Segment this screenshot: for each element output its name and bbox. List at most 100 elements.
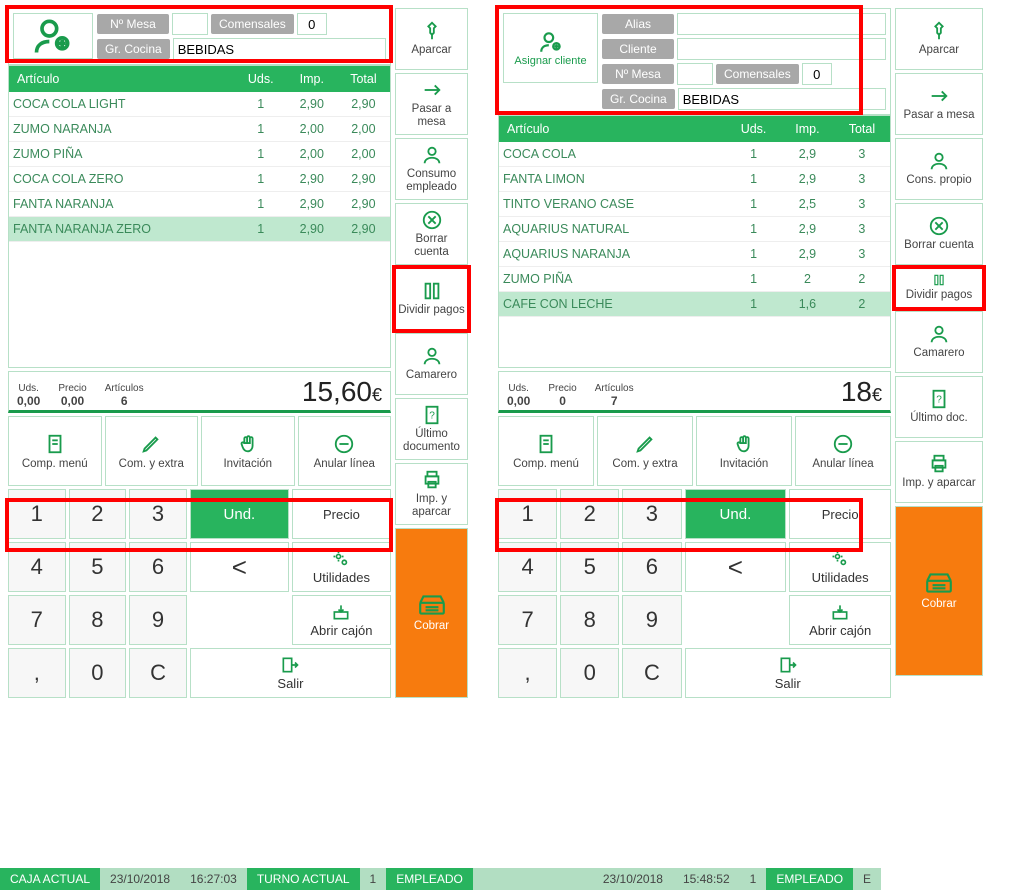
key-0[interactable]: 0: [69, 648, 127, 698]
caja-actual[interactable]: CAJA ACTUAL: [0, 868, 100, 890]
table-row[interactable]: AQUARIUS NATURAL12,93: [499, 217, 890, 242]
lt-btn[interactable]: <: [685, 542, 787, 592]
dividir-pagos-btn[interactable]: Dividir pagos: [895, 268, 983, 308]
key-0[interactable]: 0: [560, 648, 619, 698]
table-row[interactable]: COCA COLA12,93: [499, 142, 890, 167]
table-row[interactable]: TINTO VERANO CASE12,53: [499, 192, 890, 217]
key-5[interactable]: 5: [69, 542, 127, 592]
key-2[interactable]: 2: [69, 489, 127, 539]
precio-btn[interactable]: Precio: [789, 489, 891, 539]
key-9[interactable]: 9: [129, 595, 187, 645]
key-C[interactable]: C: [622, 648, 681, 698]
mesa-label: Nº Mesa: [602, 64, 674, 84]
items-table: Artículo Uds. Imp. Total COCA COLA12,93F…: [498, 115, 891, 368]
aparcar-btn[interactable]: Aparcar: [895, 8, 983, 70]
lt-btn[interactable]: <: [190, 542, 289, 592]
key-6[interactable]: 6: [129, 542, 187, 592]
comp-menu-btn[interactable]: Comp. menú: [8, 416, 102, 486]
imp-aparcar-btn[interactable]: Imp. y aparcar: [895, 441, 983, 503]
grcocina-input[interactable]: [678, 88, 886, 110]
items-table: Artículo Uds. Imp. Total COCA COLA LIGHT…: [8, 65, 391, 368]
table-row[interactable]: FANTA LIMON12,93: [499, 167, 890, 192]
key-1[interactable]: 1: [498, 489, 557, 539]
imp-aparcar-btn[interactable]: Imp. y aparcar: [395, 463, 468, 525]
key-,[interactable]: ,: [8, 648, 66, 698]
anular-btn[interactable]: Anular línea: [795, 416, 891, 486]
table-row[interactable]: FANTA NARANJA12,902,90: [9, 192, 390, 217]
alias-input[interactable]: [677, 13, 886, 35]
col-articulo: Artículo: [9, 66, 235, 92]
table-row[interactable]: FANTA NARANJA ZERO12,902,90: [9, 217, 390, 242]
anular-btn[interactable]: Anular línea: [298, 416, 392, 486]
col-imp: Imp.: [287, 66, 337, 92]
grcocina-input[interactable]: [173, 38, 386, 60]
borrar-cuenta-btn[interactable]: Borrar cuenta: [895, 203, 983, 265]
invitacion-btn[interactable]: Invitación: [696, 416, 792, 486]
consumo-emp-btn[interactable]: Consumo empleado: [395, 138, 468, 200]
assign-client-btn[interactable]: [13, 13, 93, 59]
key-7[interactable]: 7: [8, 595, 66, 645]
table-row[interactable]: ZUMO NARANJA12,002,00: [9, 117, 390, 142]
pasar-mesa-btn[interactable]: Pasar a mesa: [895, 73, 983, 135]
turno-actual[interactable]: TURNO ACTUAL: [247, 868, 360, 890]
action-row: Comp. menú Com. y extra Invitación Anula…: [498, 416, 891, 486]
util-btn[interactable]: Utilidades: [789, 542, 891, 592]
table-row[interactable]: AQUARIUS NARANJA12,93: [499, 242, 890, 267]
table-row[interactable]: ZUMO PIÑA122: [499, 267, 890, 292]
key-5[interactable]: 5: [560, 542, 619, 592]
ultimo-doc-btn[interactable]: Último doc.: [895, 376, 983, 438]
abrir-btn[interactable]: Abrir cajón: [292, 595, 391, 645]
comp-menu-btn[interactable]: Comp. menú: [498, 416, 594, 486]
cons-propio-btn[interactable]: Cons. propio: [895, 138, 983, 200]
aparcar-btn[interactable]: Aparcar: [395, 8, 468, 70]
empleado[interactable]: EMPLEADO: [386, 868, 473, 890]
und-btn[interactable]: Und.: [685, 489, 787, 539]
status-date: 23/10/2018: [100, 868, 180, 890]
pasar-mesa-btn[interactable]: Pasar a mesa: [395, 73, 468, 135]
key-3[interactable]: 3: [622, 489, 681, 539]
assign-client-btn[interactable]: Asignar cliente: [503, 13, 598, 83]
com-extra-btn[interactable]: Com. y extra: [597, 416, 693, 486]
key-8[interactable]: 8: [69, 595, 127, 645]
key-7[interactable]: 7: [498, 595, 557, 645]
key-,[interactable]: ,: [498, 648, 557, 698]
key-1[interactable]: 1: [8, 489, 66, 539]
key-4[interactable]: 4: [498, 542, 557, 592]
cobrar-btn[interactable]: Cobrar: [395, 528, 468, 698]
com-extra-btn[interactable]: Com. y extra: [105, 416, 199, 486]
totals-bar: Uds.0,00 Precio0,00 Artículos6 15,60€: [8, 371, 391, 413]
empleado2[interactable]: EMPLEADO: [766, 868, 853, 890]
key-8[interactable]: 8: [560, 595, 619, 645]
key-9[interactable]: 9: [622, 595, 681, 645]
table-row[interactable]: ZUMO PIÑA12,002,00: [9, 142, 390, 167]
table-row[interactable]: COCA COLA ZERO12,902,90: [9, 167, 390, 192]
mesa-input[interactable]: [677, 63, 713, 85]
table-row[interactable]: CAFE CON LECHE11,62: [499, 292, 890, 317]
borrar-cuenta-btn[interactable]: Borrar cuenta: [395, 203, 468, 265]
dividir-pagos-btn[interactable]: Dividir pagos: [395, 268, 468, 330]
und-btn[interactable]: Und.: [190, 489, 289, 539]
util-btn[interactable]: Utilidades: [292, 542, 391, 592]
ultimo-doc-btn[interactable]: Último documento: [395, 398, 468, 460]
abrir-btn[interactable]: Abrir cajón: [789, 595, 891, 645]
mesa-label: Nº Mesa: [97, 14, 169, 34]
key-C[interactable]: C: [129, 648, 187, 698]
totals-bar: Uds.0,00 Precio0 Artículos7 18€: [498, 371, 891, 413]
key-3[interactable]: 3: [129, 489, 187, 539]
cobrar-btn[interactable]: Cobrar: [895, 506, 983, 676]
camarero-btn[interactable]: Camarero: [395, 333, 468, 395]
key-4[interactable]: 4: [8, 542, 66, 592]
salir-btn[interactable]: Salir: [685, 648, 891, 698]
mesa-input[interactable]: [172, 13, 208, 35]
table-row[interactable]: COCA COLA LIGHT12,902,90: [9, 92, 390, 117]
invitacion-btn[interactable]: Invitación: [201, 416, 295, 486]
key-2[interactable]: 2: [560, 489, 619, 539]
comensales-input[interactable]: [297, 13, 327, 35]
key-6[interactable]: 6: [622, 542, 681, 592]
cliente-input[interactable]: [677, 38, 886, 60]
precio-btn[interactable]: Precio: [292, 489, 391, 539]
comensales-input[interactable]: [802, 63, 832, 85]
comensales-label: Comensales: [211, 14, 294, 34]
camarero-btn[interactable]: Camarero: [895, 311, 983, 373]
salir-btn[interactable]: Salir: [190, 648, 391, 698]
